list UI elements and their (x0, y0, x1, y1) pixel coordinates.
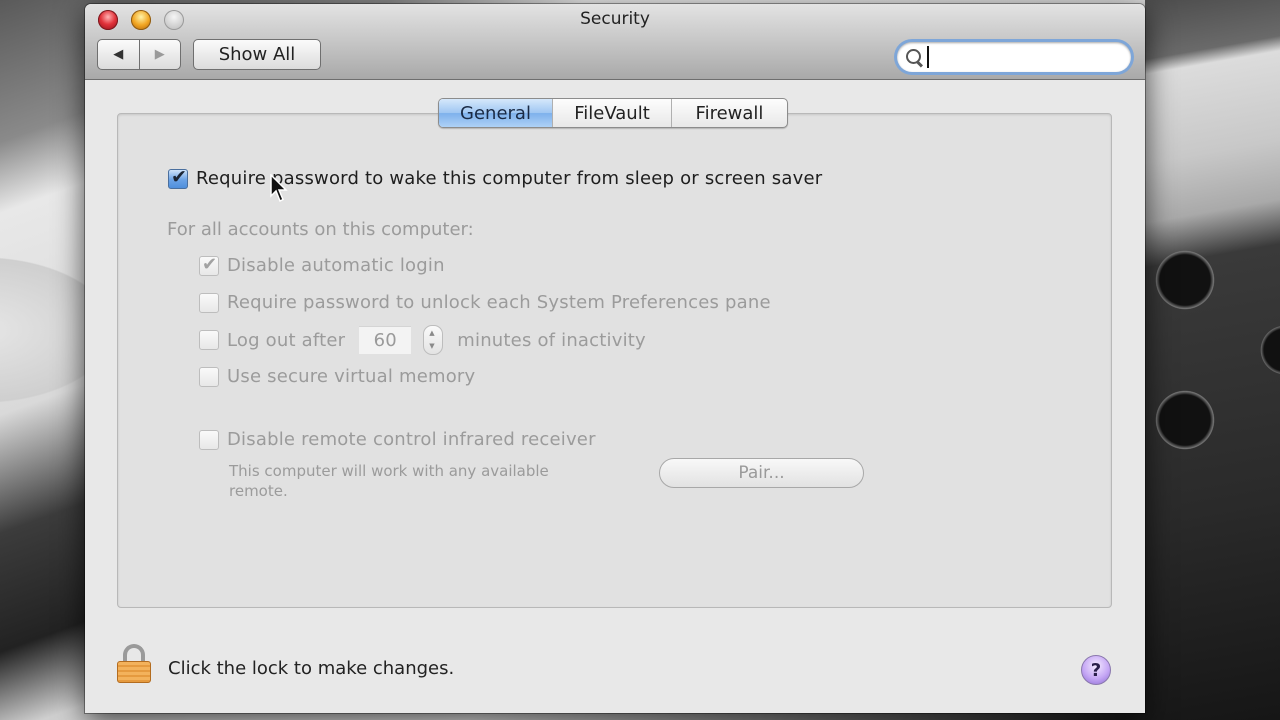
search-icon (905, 47, 925, 67)
forward-arrow-icon: ▶ (154, 47, 165, 62)
security-preferences-window: Security ◀ ▶ Show All General FileVault … (85, 4, 1145, 713)
search-field[interactable] (897, 42, 1131, 72)
require-password-unlock-checkbox[interactable] (199, 292, 219, 313)
text-caret (927, 46, 929, 68)
tab-general[interactable]: General (439, 99, 553, 127)
lock-icon[interactable] (117, 644, 151, 684)
tab-firewall[interactable]: Firewall (672, 99, 787, 127)
secure-virtual-memory-row: Use secure virtual memory (199, 366, 475, 387)
disable-auto-login-label: Disable automatic login (227, 255, 445, 276)
lock-body (117, 661, 151, 683)
tab-filevault[interactable]: FileVault (553, 99, 672, 127)
disable-auto-login-row: Disable automatic login (199, 254, 445, 276)
navigation-buttons: ◀ ▶ (97, 39, 181, 70)
disable-remote-ir-checkbox[interactable] (199, 429, 219, 450)
disable-remote-ir-label: Disable remote control infrared receiver (227, 429, 596, 450)
lock-status-text: Click the lock to make changes. (168, 658, 455, 679)
desktop-wallpaper-right (1145, 0, 1280, 720)
disable-remote-ir-row: Disable remote control infrared receiver (199, 429, 596, 450)
log-out-after-label: Log out after (227, 329, 346, 351)
toolbar: Security ◀ ▶ Show All (85, 4, 1145, 80)
require-password-wake-row: Require password to wake this computer f… (168, 166, 822, 189)
back-button[interactable]: ◀ (98, 40, 140, 69)
all-accounts-label: For all accounts on this computer: (167, 219, 474, 240)
require-password-wake-label[interactable]: Require password to wake this computer f… (196, 168, 822, 189)
window-title: Security (580, 9, 650, 29)
log-out-minutes-stepper[interactable] (423, 325, 444, 355)
back-arrow-icon: ◀ (113, 47, 124, 62)
log-out-after-row: Log out after 60 minutes of inactivity (199, 325, 646, 355)
remote-help-text: This computer will work with any availab… (229, 462, 549, 500)
require-password-unlock-label: Require password to unlock each System P… (227, 292, 771, 313)
log-out-suffix-label: minutes of inactivity (457, 329, 646, 351)
require-password-unlock-row: Require password to unlock each System P… (199, 292, 771, 313)
mouse-pointer-icon (270, 174, 288, 203)
log-out-minutes-field[interactable]: 60 (359, 326, 412, 354)
forward-button[interactable]: ▶ (140, 40, 181, 69)
require-password-wake-checkbox[interactable] (168, 166, 188, 189)
tab-bar: General FileVault Firewall (438, 98, 788, 128)
secure-virtual-memory-checkbox[interactable] (199, 366, 219, 387)
log-out-after-checkbox[interactable] (199, 330, 219, 350)
secure-virtual-memory-label: Use secure virtual memory (227, 366, 476, 387)
help-button[interactable]: ? (1081, 655, 1111, 685)
pair-button[interactable]: Pair... (659, 458, 864, 488)
show-all-button[interactable]: Show All (193, 39, 321, 70)
disable-auto-login-checkbox[interactable] (199, 254, 219, 276)
search-input[interactable] (931, 47, 1121, 67)
help-icon: ? (1090, 659, 1102, 681)
